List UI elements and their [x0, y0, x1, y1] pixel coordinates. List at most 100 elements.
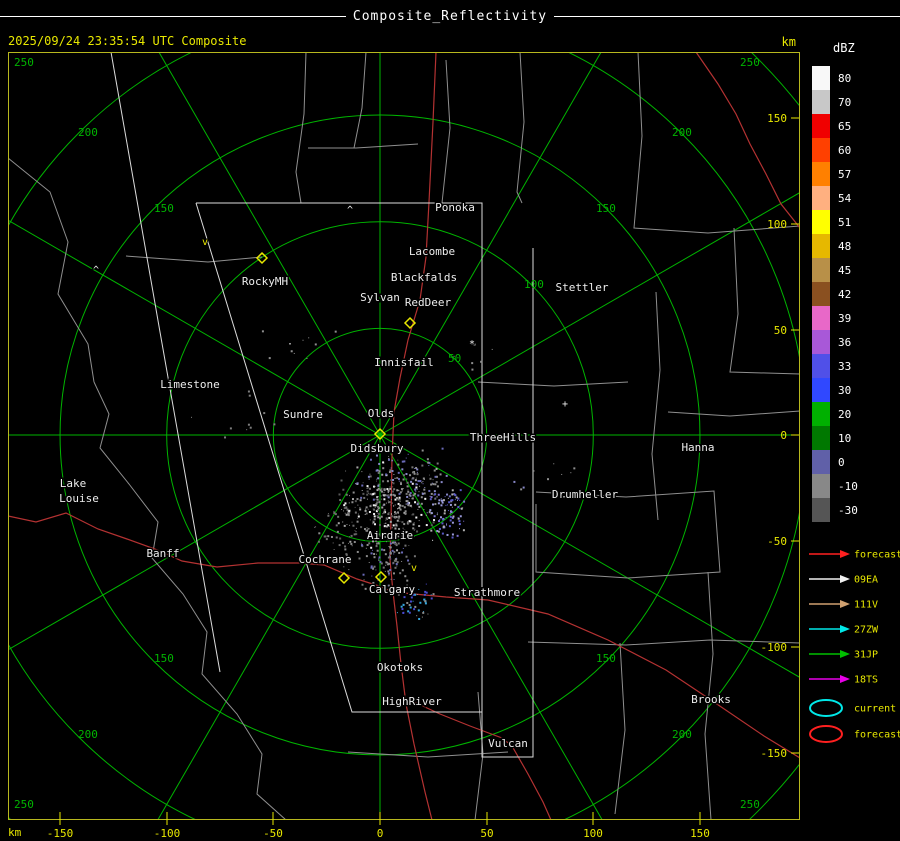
reflectivity-echo-pixel [418, 588, 420, 590]
dbz-scale-title: dBZ [833, 41, 855, 55]
reflectivity-echo-pixel [354, 506, 356, 508]
reflectivity-echo-pixel [375, 569, 377, 571]
reflectivity-echo-pixel [327, 535, 330, 538]
reflectivity-echo-pixel [444, 496, 446, 498]
reflectivity-echo-pixel [422, 483, 424, 485]
dbz-scale-row: 45 [812, 258, 858, 282]
reflectivity-echo-pixel [401, 560, 403, 562]
reflectivity-echo-pixel [396, 476, 399, 479]
reflectivity-echo-pixel [370, 552, 373, 555]
reflectivity-echo-pixel [417, 609, 420, 612]
city-label-banff: Banff [146, 547, 179, 560]
track-label-27zw: 27ZW [854, 625, 879, 636]
reflectivity-echo-pixel [391, 502, 393, 504]
reflectivity-echo-pixel [395, 563, 398, 566]
reflectivity-echo-pixel [412, 600, 414, 602]
reflectivity-echo-pixel [317, 540, 320, 543]
dbz-value-label: 57 [838, 167, 852, 181]
reflectivity-echo-pixel [411, 482, 414, 485]
reflectivity-echo-pixel [382, 467, 385, 470]
reflectivity-echo-pixel [369, 519, 371, 521]
storm-ellipse-forecast-icon [809, 725, 843, 743]
plus-marker-icon: + [562, 399, 568, 410]
reflectivity-echo-pixel [390, 493, 393, 496]
reflectivity-echo-pixel [441, 447, 444, 450]
dbz-value-label: 45 [838, 263, 852, 277]
reflectivity-echo-pixel [290, 350, 293, 353]
reflectivity-echo-pixel [415, 490, 417, 492]
dbz-swatch-45 [812, 258, 830, 282]
vee-marker-icon: v [411, 563, 417, 574]
reflectivity-echo-pixel [348, 502, 350, 504]
dbz-scale-row: 30 [812, 378, 858, 402]
reflectivity-echo-pixel [446, 504, 448, 506]
reflectivity-echo-pixel [373, 518, 376, 521]
track-arrow-head-icon [840, 625, 850, 633]
reflectivity-echo-pixel [224, 436, 227, 439]
reflectivity-echo-pixel [439, 516, 442, 519]
dbz-swatch-33 [812, 354, 830, 378]
track-arrow-head-icon [840, 550, 850, 558]
reflectivity-echo-pixel [459, 507, 461, 509]
reflectivity-echo-pixel [418, 491, 420, 493]
reflectivity-echo-pixel [337, 515, 340, 518]
reflectivity-echo-pixel [445, 504, 447, 506]
ellipse-label-forecast: forecast [854, 730, 900, 741]
reflectivity-echo-pixel [273, 423, 276, 426]
reflectivity-echo-pixel [371, 575, 373, 577]
city-label-innisfail: Innisfail [374, 356, 434, 369]
reflectivity-echo-pixel [392, 524, 395, 527]
reflectivity-echo-pixel [389, 487, 392, 490]
bottom-axis-label: -150 [47, 827, 74, 840]
reflectivity-echo-pixel [420, 496, 423, 499]
reflectivity-echo-pixel [457, 497, 460, 500]
reflectivity-echo-pixel [400, 488, 403, 491]
radar-site-diamond-icon [374, 570, 388, 584]
reflectivity-echo-pixel [385, 517, 388, 520]
reflectivity-echo-pixel [433, 490, 436, 493]
reflectivity-echo-pixel [416, 615, 418, 617]
reflectivity-echo-pixel [389, 552, 392, 555]
reflectivity-echo-pixel [447, 497, 449, 499]
track-label-18ts: 18TS [854, 675, 878, 686]
city-label-didsbury: Didsbury [351, 442, 404, 455]
dbz-scale-row: 51 [812, 210, 858, 234]
radar-map-canvas[interactable]: 2502001501005015020025015020025015020025… [0, 0, 900, 841]
reflectivity-echo-pixel [425, 514, 427, 516]
reflectivity-echo-pixel [445, 474, 448, 477]
reflectivity-echo-pixel [355, 483, 357, 485]
reflectivity-echo-pixel [376, 469, 379, 472]
reflectivity-echo-pixel [352, 491, 355, 494]
reflectivity-echo-pixel [383, 523, 385, 525]
reflectivity-echo-pixel [440, 481, 443, 484]
track-arrow-head-icon [840, 650, 850, 658]
reflectivity-echo-pixel [359, 499, 362, 502]
reflectivity-echo-pixel [375, 553, 377, 555]
radar-map[interactable]: 250 200 150 100 50 150 200 250 150 200 250 150 200 25… [0, 0, 900, 841]
dbz-scale-row: 20 [812, 402, 858, 426]
dbz-value-label: 10 [838, 431, 852, 445]
reflectivity-echo-pixel [361, 484, 364, 487]
reflectivity-echo-pixel [447, 510, 449, 512]
reflectivity-echo-pixel [424, 486, 426, 488]
dbz-scale-row: 65 [812, 114, 858, 138]
reflectivity-echo-pixel [377, 484, 380, 487]
reflectivity-echo-pixel [375, 480, 377, 482]
reflectivity-echo-pixel [368, 561, 370, 563]
reflectivity-echo-pixel [434, 503, 437, 506]
reflectivity-echo-pixel [366, 485, 369, 488]
dbz-value-label: 51 [838, 215, 852, 229]
timestamp: 2025/09/24 23:35:54 UTC Composite [8, 34, 247, 48]
reflectivity-echo-pixel [378, 558, 380, 560]
dbz-swatch-80 [812, 66, 830, 90]
reflectivity-echo-pixel [406, 481, 409, 484]
city-label-olds: Olds [368, 407, 395, 420]
reflectivity-echo-pixel [394, 504, 396, 506]
range-ring-label: 200 [78, 728, 98, 741]
reflectivity-echo-pixel [393, 553, 395, 555]
reflectivity-echo-pixel [339, 537, 342, 540]
reflectivity-echo-pixel [432, 539, 434, 541]
reflectivity-echo-pixel [385, 525, 388, 528]
reflectivity-echo-pixel [377, 483, 379, 485]
reflectivity-echo-pixel [373, 523, 376, 526]
